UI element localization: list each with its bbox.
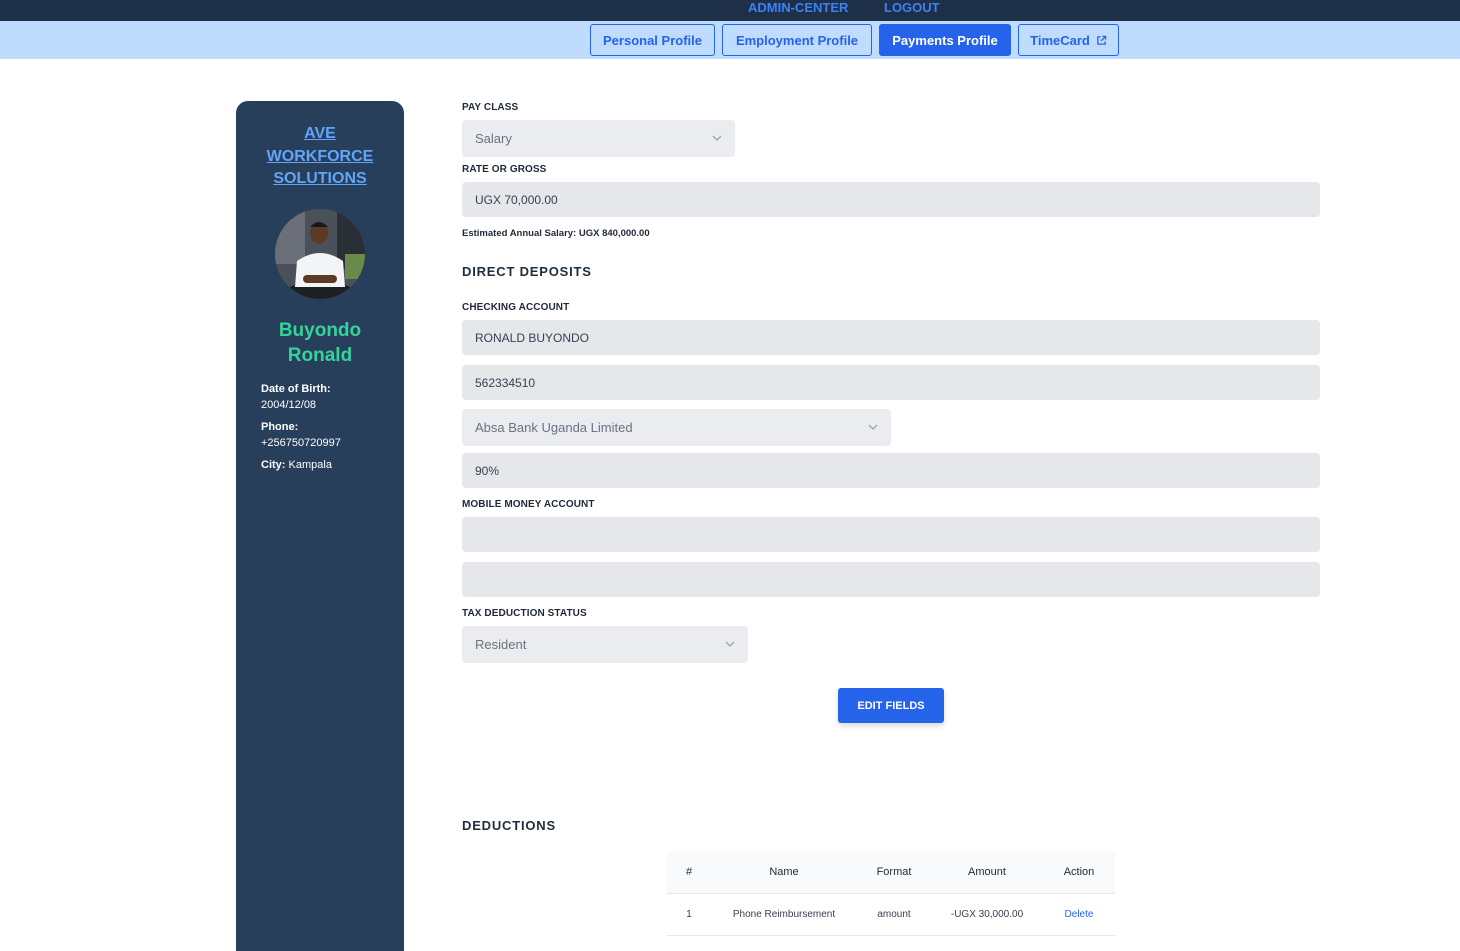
estimated-salary-note: Estimated Annual Salary: UGX 840,000.00 (462, 228, 650, 239)
bank-select[interactable]: Absa Bank Uganda Limited (462, 409, 891, 446)
company-line: SOLUTIONS (236, 168, 404, 191)
city-info: City: Kampala (261, 457, 391, 473)
row-number: 1 (667, 893, 711, 935)
tax-status-value: Resident (475, 637, 526, 652)
employee-sidebar: AVE WORKFORCE SOLUTIONS Buyondo Ronald D… (236, 101, 404, 951)
pay-class-value: Salary (475, 131, 512, 146)
mobile-money-label: MOBILE MONEY ACCOUNT (462, 499, 595, 510)
column-header: # (667, 851, 711, 893)
chevron-down-icon (712, 133, 722, 143)
tab-personal-profile[interactable]: Personal Profile (590, 24, 715, 56)
table-row: 1 Phone Reimbursement amount -UGX 30,000… (667, 893, 1115, 935)
tax-status-select[interactable]: Resident (462, 626, 748, 663)
city-value: Kampala (289, 459, 332, 471)
phone-label: Phone: (261, 419, 391, 435)
deduction-format: amount (857, 893, 931, 935)
rate-label: RATE OR GROSS (462, 164, 546, 175)
account-name-input[interactable]: RONALD BUYONDO (462, 320, 1320, 355)
column-header: Name (711, 851, 857, 893)
avatar (275, 209, 365, 299)
checking-account-label: CHECKING ACCOUNT (462, 302, 569, 313)
company-line: AVE (236, 123, 404, 146)
chevron-down-icon (725, 639, 735, 649)
delete-deduction-link[interactable]: Delete (1043, 893, 1115, 935)
account-number-value: 562334510 (475, 376, 535, 390)
deductions-title: DEDUCTIONS (462, 818, 556, 833)
tab-payments-profile[interactable]: Payments Profile (879, 24, 1011, 56)
deductions-table: # Name Format Amount Action 1 Phone Reim… (667, 851, 1115, 936)
dob-value: 2004/12/08 (261, 397, 391, 413)
tab-label: Personal Profile (603, 33, 702, 48)
tab-employment-profile[interactable]: Employment Profile (722, 24, 872, 56)
phone-info: Phone: +256750720997 (261, 419, 391, 451)
deposit-percent-value: 90% (475, 464, 499, 478)
tab-label: TimeCard (1030, 33, 1090, 48)
tab-timecard[interactable]: TimeCard (1018, 24, 1119, 56)
account-name-value: RONALD BUYONDO (475, 331, 589, 345)
name-line: Buyondo (236, 318, 404, 343)
name-line: Ronald (236, 343, 404, 368)
tax-status-label: TAX DEDUCTION STATUS (462, 608, 587, 619)
table-header-row: # Name Format Amount Action (667, 851, 1115, 893)
phone-value: +256750720997 (261, 435, 391, 451)
bank-value: Absa Bank Uganda Limited (475, 420, 633, 435)
company-line: WORKFORCE (236, 146, 404, 169)
chevron-down-icon (868, 422, 878, 432)
pay-class-label: PAY CLASS (462, 102, 518, 113)
rate-input[interactable]: UGX 70,000.00 (462, 182, 1320, 217)
dob-info: Date of Birth: 2004/12/08 (261, 381, 391, 413)
city-label: City: (261, 459, 285, 471)
deduction-name: Phone Reimbursement (711, 893, 857, 935)
column-header: Format (857, 851, 931, 893)
avatar-photo (275, 209, 365, 299)
mobile-money-input-2[interactable] (462, 562, 1320, 597)
pay-class-select[interactable]: Salary (462, 120, 735, 157)
account-number-input[interactable]: 562334510 (462, 365, 1320, 400)
deposit-percent-input[interactable]: 90% (462, 453, 1320, 488)
rate-value: UGX 70,000.00 (475, 193, 558, 207)
admin-center-link[interactable]: ADMIN-CENTER (748, 0, 848, 21)
mobile-money-input-1[interactable] (462, 517, 1320, 552)
column-header: Action (1043, 851, 1115, 893)
edit-fields-button[interactable]: EDIT FIELDS (838, 688, 944, 723)
profile-tab-bar: Personal Profile Employment Profile Paym… (0, 21, 1460, 59)
dob-label: Date of Birth: (261, 381, 391, 397)
deduction-amount: -UGX 30,000.00 (931, 893, 1043, 935)
column-header: Amount (931, 851, 1043, 893)
logout-link[interactable]: LOGOUT (884, 0, 940, 21)
external-link-icon (1096, 35, 1107, 46)
employee-name: Buyondo Ronald (236, 318, 404, 368)
tab-label: Employment Profile (736, 33, 858, 48)
company-link[interactable]: AVE WORKFORCE SOLUTIONS (236, 123, 404, 191)
tab-label: Payments Profile (892, 33, 998, 48)
direct-deposits-title: DIRECT DEPOSITS (462, 264, 592, 279)
top-nav-bar: ADMIN-CENTER LOGOUT (0, 0, 1460, 21)
